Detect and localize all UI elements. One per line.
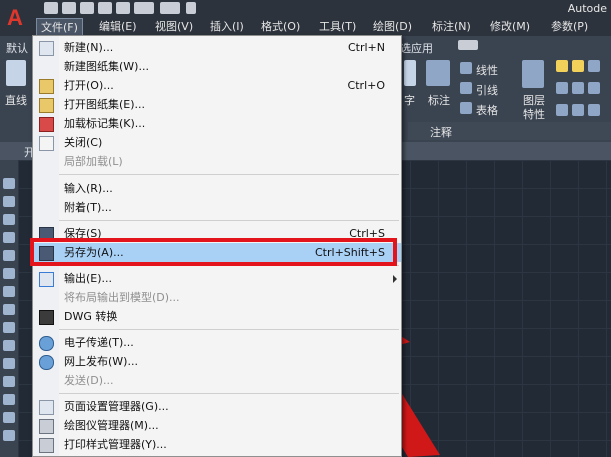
submenu-arrow-icon <box>393 275 397 283</box>
leader-icon[interactable] <box>460 82 472 94</box>
open-icon[interactable] <box>62 2 76 14</box>
menu-item-export[interactable]: 输出(E)... <box>33 269 401 288</box>
draw-tool-icon[interactable] <box>3 286 15 297</box>
layer-tool-icon[interactable] <box>572 104 584 116</box>
menu-tools[interactable]: 工具(T) <box>315 18 360 36</box>
table-label[interactable]: 表格 <box>476 102 498 118</box>
menu-item-dwg-convert[interactable]: DWG 转换 <box>33 307 401 326</box>
menu-separator <box>59 329 399 330</box>
undo-icon[interactable] <box>134 2 154 14</box>
draw-tool-icon[interactable] <box>3 394 15 405</box>
draw-tool-icon[interactable] <box>3 304 15 315</box>
saveas-icon[interactable] <box>98 2 112 14</box>
linear-dimension-icon[interactable] <box>460 62 472 74</box>
plot-style-icon <box>39 438 54 453</box>
menu-view[interactable]: 视图(V) <box>151 18 197 36</box>
draw-tool-icon[interactable] <box>3 250 15 261</box>
menu-item-publish-web[interactable]: 网上发布(W)... <box>33 352 401 371</box>
table-icon[interactable] <box>460 102 472 114</box>
window-title: Autode <box>567 2 607 15</box>
new-icon[interactable] <box>44 2 58 14</box>
text-icon[interactable] <box>404 60 416 86</box>
menu-item-plotter-manager[interactable]: 绘图仪管理器(M)... <box>33 416 401 435</box>
menu-edit[interactable]: 编辑(E) <box>95 18 141 36</box>
menu-item-page-setup-manager[interactable]: 页面设置管理器(G)... <box>33 397 401 416</box>
menu-item-import[interactable]: 输入(R)... <box>33 179 401 198</box>
menu-modify[interactable]: 修改(M) <box>486 18 534 36</box>
menu-separator <box>59 174 399 175</box>
draw-tool-icon[interactable] <box>3 196 15 207</box>
print-icon[interactable] <box>116 2 130 14</box>
plotter-icon <box>39 419 54 434</box>
menu-item-export-layout-to-model: 将布局输出到模型(D)... <box>64 291 180 304</box>
menu-item-open[interactable]: 打开(O)... Ctrl+O <box>33 76 401 95</box>
layer-tool-icon[interactable] <box>572 82 584 94</box>
menu-item-partial-load: 局部加载(L) <box>64 155 123 168</box>
menu-item-attach[interactable]: 附着(T)... <box>33 198 401 217</box>
sun-icon[interactable] <box>572 60 584 72</box>
menu-item-new-sheet-set[interactable]: 新建图纸集(W)... <box>33 57 401 76</box>
menu-item-send: 发送(D)... <box>64 374 114 387</box>
menu-separator <box>59 393 399 394</box>
menu-parametric[interactable]: 参数(P) <box>547 18 592 36</box>
layer-tool-icon[interactable] <box>588 82 600 94</box>
layer-properties-icon[interactable] <box>522 60 544 88</box>
layer-tool-icon[interactable] <box>556 104 568 116</box>
line-icon[interactable] <box>6 60 26 86</box>
menu-item-plot-style-manager[interactable]: 打印样式管理器(Y)... <box>33 435 401 454</box>
menu-format[interactable]: 格式(O) <box>257 18 304 36</box>
lightbulb-icon[interactable] <box>556 60 568 72</box>
open-folder-icon <box>39 79 54 94</box>
leader-label[interactable]: 引线 <box>476 82 498 98</box>
publish-web-icon <box>39 355 54 370</box>
layer-tool-icon[interactable] <box>588 104 600 116</box>
dimension-icon[interactable] <box>426 60 450 86</box>
markup-set-icon <box>39 117 54 132</box>
annotation-highlight-box <box>30 238 397 266</box>
tab-featured-apps[interactable]: 选应用 <box>400 40 433 56</box>
menu-item-new[interactable]: 新建(N)... Ctrl+N <box>33 38 401 57</box>
draw-tool-icon[interactable] <box>3 178 15 189</box>
draw-tool-icon[interactable] <box>3 412 15 423</box>
draw-tool-icon[interactable] <box>3 214 15 225</box>
menu-item-load-markup[interactable]: 加载标记集(K)... <box>33 114 401 133</box>
menu-item-open-sheet-set[interactable]: 打开图纸集(E)... <box>33 95 401 114</box>
page-setup-icon <box>39 400 54 415</box>
draw-tool-icon[interactable] <box>3 358 15 369</box>
draw-tool-icon[interactable] <box>3 322 15 333</box>
chevron-down-icon[interactable] <box>186 2 196 14</box>
text-tool-label: 字 <box>404 94 415 107</box>
annotation-panel-label[interactable]: 注释 <box>430 124 452 140</box>
menu-insert[interactable]: 插入(I) <box>206 18 248 36</box>
redo-icon[interactable] <box>160 2 180 14</box>
open-sheet-set-icon <box>39 98 54 113</box>
menu-draw[interactable]: 绘图(D) <box>369 18 416 36</box>
menu-dimension[interactable]: 标注(N) <box>428 18 475 36</box>
dwg-convert-icon <box>39 310 54 325</box>
camera-icon[interactable] <box>458 40 478 50</box>
app-menu-button[interactable]: A <box>0 0 30 36</box>
menu-file[interactable]: 文件(F) <box>36 18 83 36</box>
draw-tool-icon[interactable] <box>3 340 15 351</box>
line-tool-label: 直线 <box>5 94 27 107</box>
menu-item-etransmit[interactable]: 电子传递(T)... <box>33 333 401 352</box>
save-icon[interactable] <box>80 2 94 14</box>
export-icon <box>39 272 54 287</box>
tab-default[interactable]: 默认 <box>6 40 28 56</box>
menu-separator <box>59 220 399 221</box>
close-file-icon <box>39 136 54 151</box>
layer-label-2: 特性 <box>523 108 545 121</box>
layer-lock-icon[interactable] <box>588 60 600 72</box>
draw-tool-icon[interactable] <box>3 376 15 387</box>
new-file-icon <box>39 41 54 56</box>
draw-tool-icon[interactable] <box>3 268 15 279</box>
layer-tool-icon[interactable] <box>556 82 568 94</box>
menu-item-close[interactable]: 关闭(C) <box>33 133 401 152</box>
etransmit-icon <box>39 336 54 351</box>
linear-label[interactable]: 线性 <box>476 62 498 78</box>
draw-tool-icon[interactable] <box>3 232 15 243</box>
dimension-tool-label: 标注 <box>428 94 450 107</box>
draw-tool-icon[interactable] <box>3 430 15 441</box>
